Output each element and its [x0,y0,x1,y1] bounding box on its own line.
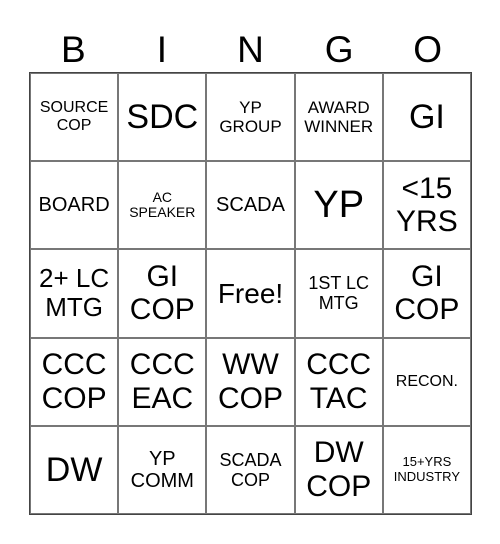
bingo-cell[interactable]: <15 YRS [382,161,471,250]
bingo-cell[interactable]: DW COP [294,425,383,514]
bingo-cell[interactable]: CCC COP [30,337,119,426]
bingo-header: BINGO [29,28,472,72]
free-space-cell[interactable]: Free! [206,249,295,338]
bingo-cell[interactable]: SOURCE COP [30,73,119,162]
header-letter: I [156,29,168,70]
bingo-cell[interactable]: WW COP [206,337,295,426]
header-letter: B [60,29,86,70]
header-letter: G [324,29,354,70]
bingo-cell[interactable]: YP [294,161,383,250]
bingo-cell[interactable]: RECON. [382,337,471,426]
bingo-cell[interactable]: SCADA COP [206,425,295,514]
header-letter: N [237,29,264,70]
bingo-cell[interactable]: AC SPEAKER [118,161,207,250]
bingo-cell[interactable]: SDC [118,73,207,162]
bingo-cell[interactable]: DW [30,425,119,514]
bingo-cell[interactable]: AWARD WINNER [294,73,383,162]
bingo-cell[interactable]: GI COP [118,249,207,338]
bingo-cell[interactable]: 1ST LC MTG [294,249,383,338]
bingo-cell[interactable]: SCADA [206,161,295,250]
bingo-cell[interactable]: 2+ LC MTG [30,249,119,338]
bingo-cell[interactable]: CCC EAC [118,337,207,426]
bingo-cell[interactable]: YP GROUP [206,73,295,162]
bingo-cell[interactable]: YP COMM [118,425,207,514]
bingo-cell[interactable]: BOARD [30,161,119,250]
bingo-cell[interactable]: GI [382,73,471,162]
bingo-cell[interactable]: CCC TAC [294,337,383,426]
bingo-card: SOURCE COP SDC YP GROUP AWARD WINNER GI BOARD… [29,72,472,515]
header-letter: O [413,29,443,70]
bingo-cell[interactable]: GI COP [382,249,471,338]
bingo-cell[interactable]: 15+YRS INDUSTRY [382,425,471,514]
